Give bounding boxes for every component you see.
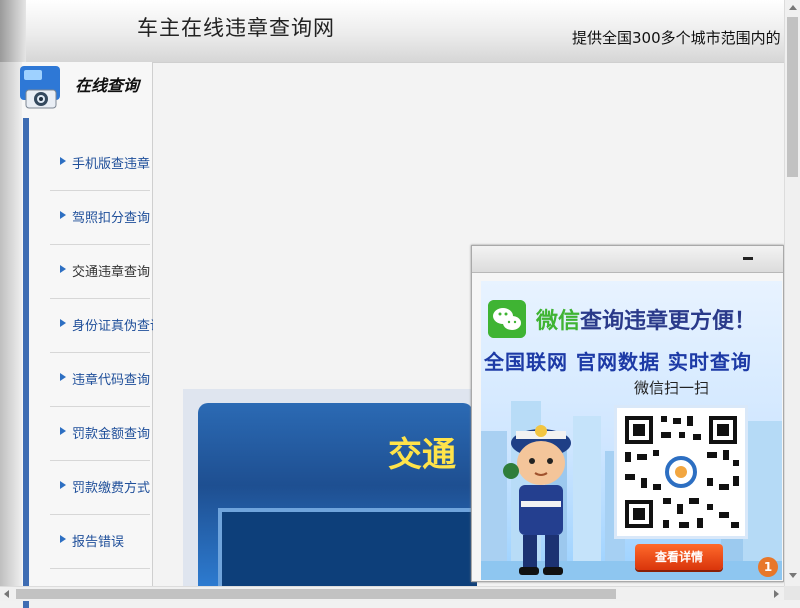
banner-panel [218, 508, 477, 591]
horizontal-scrollbar[interactable] [0, 586, 784, 601]
ad-headline-text: 查询违章更方便！ [580, 309, 757, 334]
sidebar-heading: 在线查询 [18, 62, 152, 109]
view-details-button[interactable]: 查看详情 [635, 544, 723, 570]
wechat-ad[interactable]: 微信查询违章更方便！ 全国联网 官网数据 实时查询 微信扫一扫 查看详情 1 [481, 281, 782, 580]
arrow-right-icon [60, 481, 66, 489]
horizontal-scroll-thumb[interactable] [16, 589, 616, 599]
ad-subline: 全国联网 官网数据 实时查询 [484, 350, 752, 374]
sidebar-item-violation-code[interactable]: 违章代码查询 [50, 353, 150, 407]
minimize-button[interactable] [743, 257, 753, 260]
site-tagline: 提供全国300多个城市范围内的 [572, 29, 781, 47]
arrow-right-icon [60, 211, 66, 219]
vertical-scrollbar[interactable] [784, 0, 800, 586]
header-edge [0, 0, 26, 62]
banner-title: 交通 [388, 435, 456, 475]
scroll-down-icon[interactable] [789, 573, 797, 578]
ad-headline: 微信查询违章更方便！ [536, 303, 756, 335]
arrow-right-icon [60, 535, 66, 543]
arrow-right-icon [60, 427, 66, 435]
sidebar-heading-label: 在线查询 [75, 76, 140, 95]
sidebar: 在线查询 手机版查违章 驾照扣分查询 交通违章查询 身份证真伪查询 违章代码查询… [0, 62, 163, 608]
arrow-right-icon [60, 265, 66, 273]
sidebar-item-traffic-violation[interactable]: 交通违章查询 [50, 245, 150, 299]
sidebar-rail [0, 62, 22, 586]
notification-badge[interactable]: 1 [758, 557, 778, 577]
wechat-icon [488, 300, 526, 338]
scroll-up-icon[interactable] [789, 5, 797, 10]
sidebar-item-label[interactable]: 违章代码查询 [72, 369, 150, 388]
banner-container: 交通 [183, 389, 477, 591]
sidebar-item-label[interactable]: 身份证真伪查询 [72, 315, 163, 334]
traffic-banner[interactable]: 交通 [198, 403, 477, 591]
scroll-left-icon[interactable] [4, 590, 9, 598]
camera-icon [20, 66, 60, 109]
sidebar-item-report-error[interactable]: 报告错误 [50, 515, 150, 569]
ad-scan-hint: 微信扫一扫 [634, 379, 710, 397]
sidebar-item-label[interactable]: 罚款金额查询 [72, 423, 150, 442]
arrow-right-icon [60, 373, 66, 381]
sidebar-item-label[interactable]: 手机版查违章 [72, 153, 150, 172]
qr-code-icon [617, 408, 745, 536]
sidebar-stripe [23, 118, 29, 608]
vertical-scroll-thumb[interactable] [787, 17, 798, 177]
site-header: 车主在线违章查询网 提供全国300多个城市范围内的 [0, 0, 784, 63]
sidebar-item-fine-amount[interactable]: 罚款金额查询 [50, 407, 150, 461]
police-mascot-illustration [503, 425, 571, 575]
sidebar-item-mobile-query[interactable]: 手机版查违章 [50, 137, 150, 191]
sidebar-item-label[interactable]: 交通违章查询 [72, 261, 150, 280]
popup-window: 微信查询违章更方便！ 全国联网 官网数据 实时查询 微信扫一扫 查看详情 1 [471, 245, 784, 582]
site-title: 车主在线违章查询网 [137, 16, 335, 40]
arrow-right-icon [60, 157, 66, 165]
ad-brand: 微信 [536, 309, 581, 334]
sidebar-item-license-points[interactable]: 驾照扣分查询 [50, 191, 150, 245]
scrollbar-corner [784, 586, 800, 600]
sidebar-item-label[interactable]: 罚款缴费方式 [72, 477, 150, 496]
scroll-right-icon[interactable] [774, 590, 779, 598]
arrow-right-icon [60, 319, 66, 327]
sidebar-item-label[interactable]: 驾照扣分查询 [72, 207, 150, 226]
qr-code [614, 405, 748, 539]
sidebar-menu: 手机版查违章 驾照扣分查询 交通违章查询 身份证真伪查询 违章代码查询 罚款金额… [50, 137, 163, 569]
popup-titlebar [472, 246, 783, 273]
sidebar-item-label[interactable]: 报告错误 [72, 531, 124, 550]
sidebar-item-payment-method[interactable]: 罚款缴费方式 [50, 461, 150, 515]
sidebar-item-id-verify[interactable]: 身份证真伪查询 [50, 299, 163, 353]
